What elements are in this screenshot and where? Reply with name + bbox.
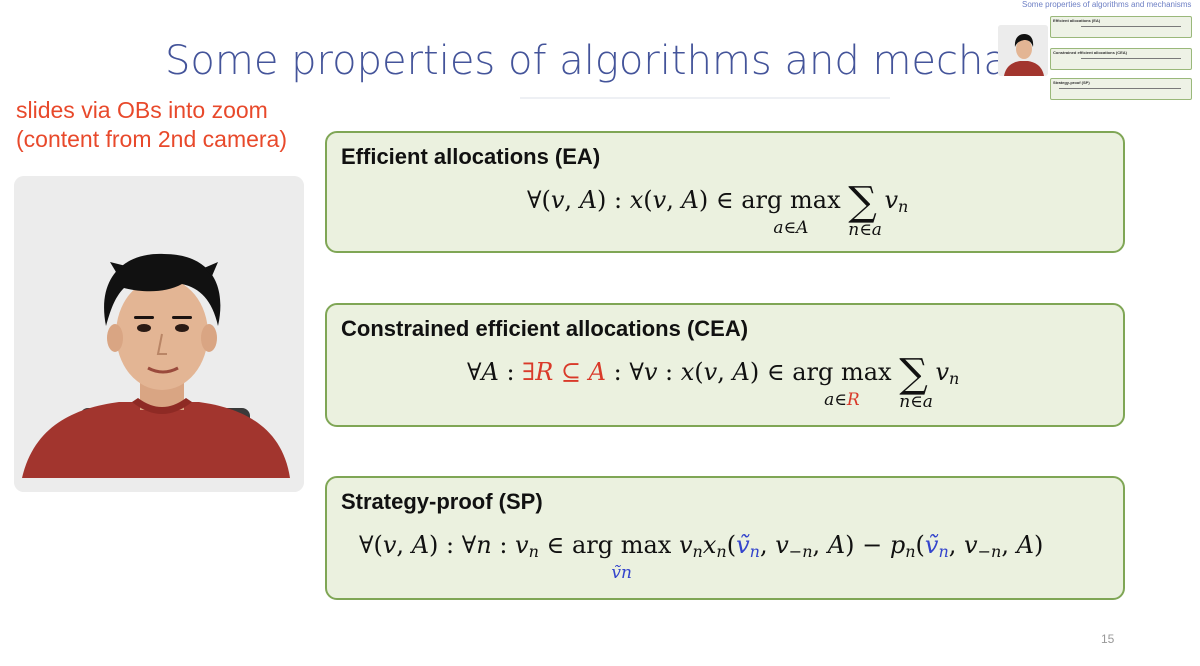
page-number: 15: [1101, 632, 1115, 646]
formula-cea: ∀A : ∃R ⊆ A : ∀v : x(v, A) ∈ arg max a∈R …: [467, 351, 960, 412]
annotation-line-2: (content from 2nd camera): [16, 126, 288, 152]
mini-webcam-thumbnail: [998, 25, 1048, 76]
mini-formula-line: [1081, 58, 1181, 59]
webcam-feed: [14, 176, 304, 492]
mini-box-ea: Efficient allocations (EA): [1050, 16, 1192, 38]
formula-ea: ∀(v, A) : x(v, A) ∈ arg max a∈A ∑ n∈a vn: [527, 179, 909, 240]
argmax-operator: arg max: [571, 531, 672, 559]
annotation-note: slides via OBs into zoom (content from 2…: [16, 96, 287, 154]
mini-box-heading: Strategy-proof (SP): [1053, 80, 1090, 85]
mini-box-heading: Efficient allocations (EA): [1053, 18, 1101, 23]
argmax-operator: arg max: [792, 358, 892, 386]
mini-box-sp: Strategy-proof (SP): [1050, 78, 1192, 100]
title-underline: [520, 97, 890, 99]
mini-preview-title: Some properties of algorithms and mechan…: [1022, 0, 1192, 9]
sum-subscript: n∈a: [899, 392, 933, 412]
argmax-subscript: a∈A: [773, 218, 809, 238]
argmax-operator: arg max: [741, 186, 841, 214]
formula-sp: ∀(v, A) : ∀n : vn ∈ arg max ṽn vnxn(ṽn, v…: [359, 531, 1044, 583]
property-heading: Efficient allocations (EA): [341, 144, 601, 169]
property-box-sp: Strategy-proof (SP) ∀(v, A) : ∀n : vn ∈ …: [325, 476, 1125, 600]
mini-formula-line: [1059, 88, 1181, 89]
mini-box-heading: Constrained efficient allocations (CEA): [1053, 50, 1128, 55]
property-box-ea: Efficient allocations (EA) ∀(v, A) : x(v…: [325, 131, 1125, 253]
slide-title: Some properties of algorithms and mechan…: [165, 38, 1000, 84]
annotation-line-1: slides via OBs into zoom: [16, 97, 268, 123]
property-heading: Constrained efficient allocations (CEA): [341, 316, 749, 341]
presenter-video: [14, 176, 304, 492]
mini-box-cea: Constrained efficient allocations (CEA): [1050, 48, 1192, 70]
property-heading: Strategy-proof (SP): [341, 489, 543, 514]
mini-formula-line: [1081, 26, 1181, 27]
property-box-cea: Constrained efficient allocations (CEA) …: [325, 303, 1125, 427]
sum-subscript: n∈a: [848, 220, 882, 240]
screen: Some properties of algorithms and mechan…: [0, 0, 1200, 666]
argmax-subscript: ṽn: [611, 563, 632, 583]
